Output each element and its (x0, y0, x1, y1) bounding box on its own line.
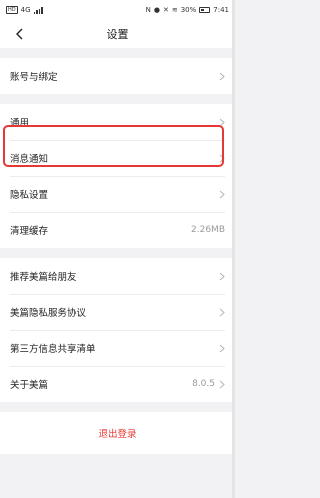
section-general: 通用 消息通知 隐私设置 清理缓存 2.26MB (0, 104, 235, 248)
row-about[interactable]: 关于美篇 8.0.5 (0, 366, 235, 402)
wifi-icon: ≋ (171, 6, 178, 14)
row-label: 关于美篇 (10, 380, 49, 391)
chevron-right-icon (219, 308, 225, 316)
row-label: 第三方信息共享清单 (10, 344, 96, 355)
chevron-right-icon (219, 190, 225, 198)
row-label: 通用 (10, 118, 30, 129)
status-right: N ● ✕ ≋ 30% 7:41 (146, 6, 229, 14)
network-type: 4G (20, 6, 31, 14)
chevron-right-icon (219, 344, 225, 352)
hd-badge: HD (6, 6, 18, 14)
app-version: 8.0.5 (192, 379, 215, 389)
chevron-right-icon (219, 380, 225, 388)
mute-icon: ✕ (162, 6, 169, 14)
row-label: 清理缓存 (10, 226, 49, 237)
page-title: 设置 (106, 28, 129, 41)
logout-button[interactable]: 退出登录 (0, 412, 235, 454)
row-general[interactable]: 通用 (0, 104, 235, 140)
cache-size: 2.26MB (191, 225, 225, 235)
row-label: 隐私设置 (10, 190, 49, 201)
status-bar: HD 4G N ● ✕ ≋ 30% 7:41 (0, 0, 235, 20)
row-privacy[interactable]: 隐私设置 (0, 176, 235, 212)
row-clear-cache[interactable]: 清理缓存 2.26MB (0, 212, 235, 248)
section-account: 账号与绑定 (0, 58, 235, 94)
back-arrow-icon[interactable] (14, 28, 26, 40)
row-privacy-agreement[interactable]: 美篇隐私服务协议 (0, 294, 235, 330)
row-label: 美篇隐私服务协议 (10, 308, 87, 319)
chevron-right-icon (219, 154, 225, 162)
row-notifications[interactable]: 消息通知 (0, 140, 235, 176)
row-account-binding[interactable]: 账号与绑定 (0, 58, 235, 94)
row-label: 推荐美篇给朋友 (10, 272, 77, 283)
signal-icon (33, 6, 43, 14)
chevron-right-icon (219, 118, 225, 126)
navbar: 设置 (0, 20, 235, 48)
section-about: 推荐美篇给朋友 美篇隐私服务协议 第三方信息共享清单 关于美篇 8.0.5 (0, 258, 235, 402)
row-third-party-list[interactable]: 第三方信息共享清单 (0, 330, 235, 366)
scroll-edge (232, 0, 235, 498)
chevron-right-icon (219, 72, 225, 80)
row-recommend[interactable]: 推荐美篇给朋友 (0, 258, 235, 294)
status-left: HD 4G (6, 6, 43, 14)
row-label: 消息通知 (10, 154, 49, 165)
row-label: 账号与绑定 (10, 72, 58, 83)
nfc-icon: N (145, 6, 151, 14)
chevron-right-icon (219, 272, 225, 280)
location-icon: ● (153, 6, 160, 14)
clock: 7:41 (213, 6, 229, 14)
battery-percent: 30% (180, 6, 197, 14)
battery-icon (199, 7, 211, 13)
